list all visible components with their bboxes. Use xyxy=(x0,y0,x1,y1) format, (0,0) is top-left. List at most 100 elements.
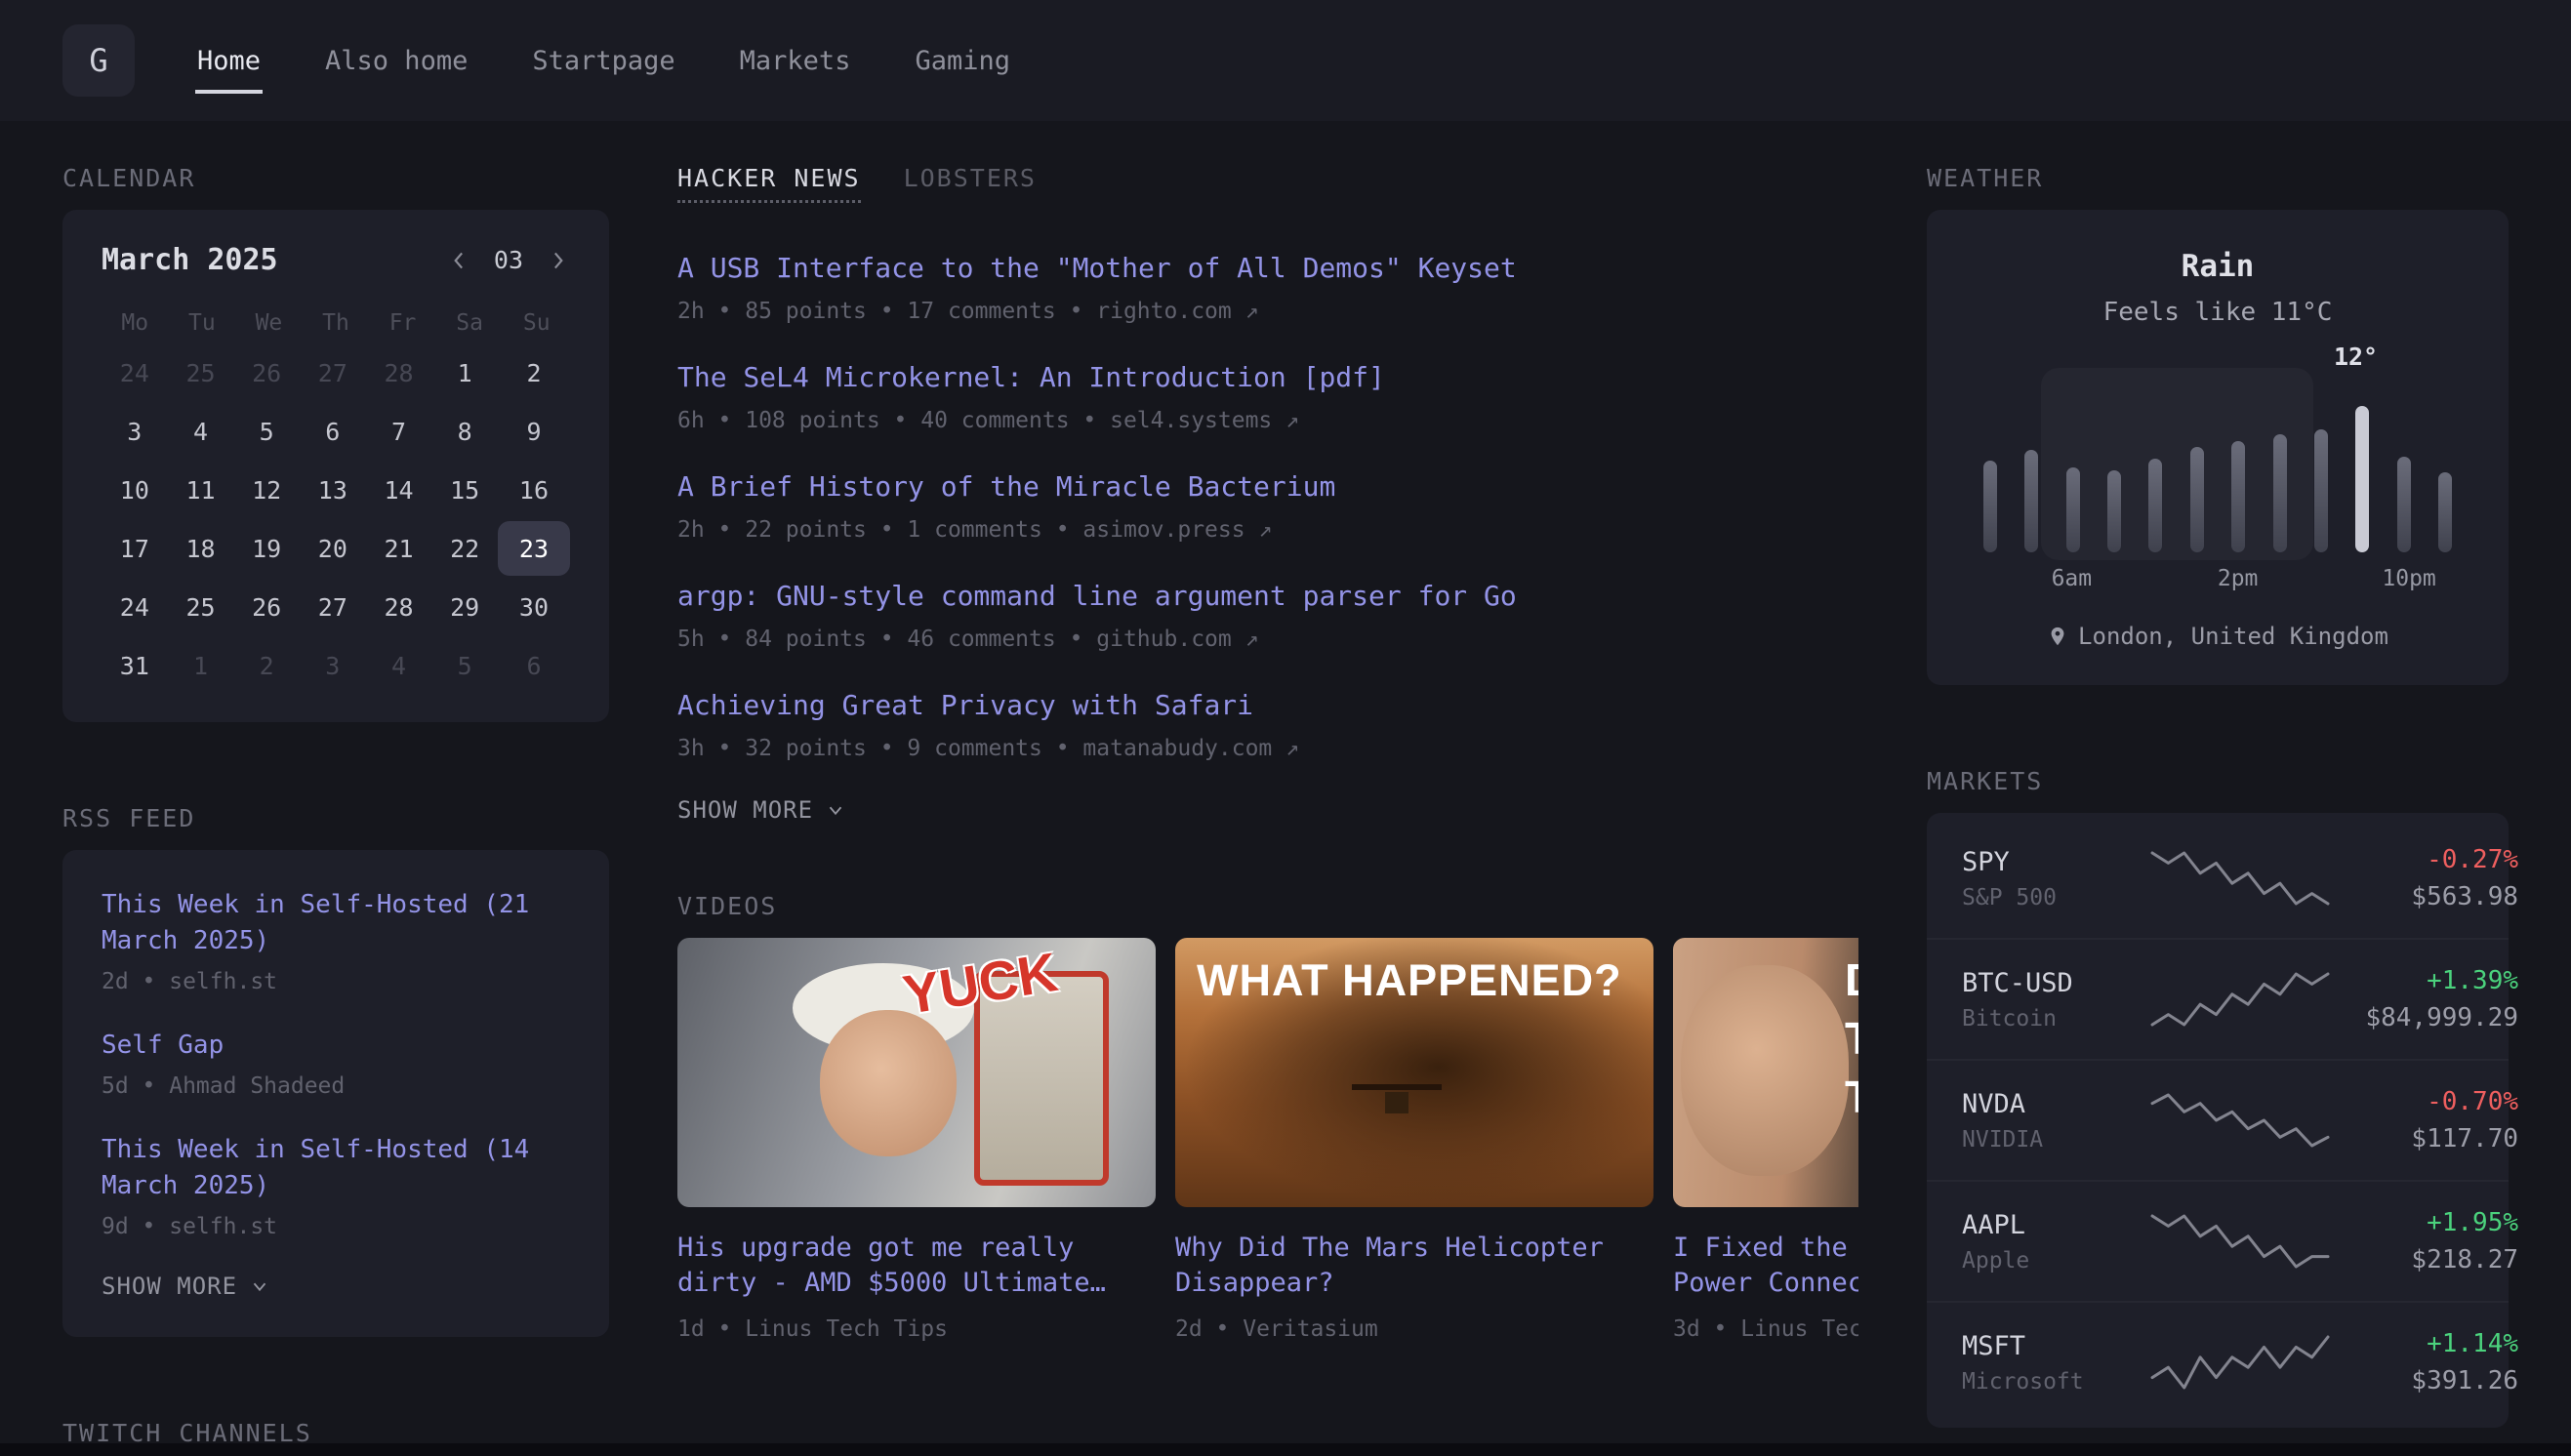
calendar-day[interactable]: 18 xyxy=(168,521,234,576)
calendar-day[interactable]: 25 xyxy=(168,345,234,400)
calendar-day[interactable]: 3 xyxy=(300,638,366,693)
video-title[interactable]: Why Did The Mars Helicopter Disappear? xyxy=(1175,1231,1653,1301)
rss-item-meta: 9d • selfh.st xyxy=(102,1214,570,1239)
weather-bar xyxy=(2273,434,2287,552)
news-item-title[interactable]: A USB Interface to the "Mother of All De… xyxy=(677,250,1858,287)
nav-tab-also-home[interactable]: Also home xyxy=(323,28,469,94)
video-card[interactable]: WHAT HAPPENED? Why Did The Mars Helicopt… xyxy=(1175,938,1653,1342)
calendar-day[interactable]: 28 xyxy=(366,580,432,634)
rss-item-title[interactable]: This Week in Self-Hosted (21 March 2025) xyxy=(102,887,570,959)
weather-location: London, United Kingdom xyxy=(1966,623,2469,650)
weather-location-label: London, United Kingdom xyxy=(2078,623,2388,650)
calendar-day[interactable]: 26 xyxy=(233,580,300,634)
market-row[interactable]: SPY S&P 500 -0.27% $563.98 xyxy=(1927,819,2509,938)
news-item-title[interactable]: A Brief History of the Miracle Bacterium xyxy=(677,468,1858,506)
chevron-down-icon xyxy=(249,1275,270,1297)
hour-label: 10pm xyxy=(2382,566,2435,591)
market-row[interactable]: AAPL Apple +1.95% $218.27 xyxy=(1927,1180,2509,1301)
weather-bar xyxy=(2066,467,2080,553)
market-price: $563.98 xyxy=(2333,882,2518,911)
calendar-day[interactable]: 13 xyxy=(300,463,366,517)
calendar-day[interactable]: 15 xyxy=(431,463,498,517)
calendar-day[interactable]: 24 xyxy=(102,580,168,634)
tab-lobsters[interactable]: LOBSTERS xyxy=(904,164,1037,200)
video-title[interactable]: His upgrade got me really dirty - AMD $5… xyxy=(677,1231,1156,1301)
weather-bars xyxy=(1979,382,2456,552)
calendar-day[interactable]: 14 xyxy=(366,463,432,517)
calendar-day[interactable]: 1 xyxy=(431,345,498,400)
chevron-right-icon xyxy=(545,248,570,273)
nav-tab-home[interactable]: Home xyxy=(195,28,263,94)
calendar-grid: 2425262728123456789101112131415161718192… xyxy=(102,345,570,693)
news-item-title[interactable]: Achieving Great Privacy with Safari xyxy=(677,687,1858,724)
calendar-day[interactable]: 25 xyxy=(168,580,234,634)
video-thumbnail[interactable]: YUCK xyxy=(677,938,1156,1207)
calendar-day[interactable]: 7 xyxy=(366,404,432,459)
calendar-day[interactable]: 5 xyxy=(431,638,498,693)
calendar-day[interactable]: 10 xyxy=(102,463,168,517)
news-show-more-button[interactable]: SHOW MORE xyxy=(677,796,846,824)
rss-item-title[interactable]: Self Gap xyxy=(102,1028,570,1064)
market-row[interactable]: BTC-USD Bitcoin +1.39% $84,999.29 xyxy=(1927,938,2509,1059)
video-thumbnail[interactable]: WHAT HAPPENED? xyxy=(1175,938,1653,1207)
calendar-day[interactable]: 27 xyxy=(300,580,366,634)
calendar-day[interactable]: 9 xyxy=(498,404,570,459)
calendar-day[interactable]: 3 xyxy=(102,404,168,459)
calendar-day[interactable]: 2 xyxy=(233,638,300,693)
weather-bar xyxy=(2314,429,2328,552)
calendar-day[interactable]: 27 xyxy=(300,345,366,400)
calendar-day[interactable]: 6 xyxy=(498,638,570,693)
videos-section-title: VIDEOS xyxy=(677,892,1858,920)
calendar-day[interactable]: 21 xyxy=(366,521,432,576)
nav-tab-markets[interactable]: Markets xyxy=(738,28,853,94)
calendar-day[interactable]: 11 xyxy=(168,463,234,517)
rss-show-more-button[interactable]: SHOW MORE xyxy=(102,1273,270,1300)
calendar-day[interactable]: 16 xyxy=(498,463,570,517)
calendar-prev-button[interactable] xyxy=(447,248,472,273)
weather-section-title: WEATHER xyxy=(1927,164,2509,192)
rss-item-title[interactable]: This Week in Self-Hosted (14 March 2025) xyxy=(102,1132,570,1204)
video-card[interactable]: DO T T I Fixed the 5 Power Connect 3d • … xyxy=(1673,938,1858,1342)
thumbnail-overlay-text: DO xyxy=(1845,953,1858,1006)
calendar-day[interactable]: 6 xyxy=(300,404,366,459)
app-logo[interactable]: G xyxy=(62,24,135,97)
calendar-day[interactable]: 8 xyxy=(431,404,498,459)
news-item-title[interactable]: The SeL4 Microkernel: An Introduction [p… xyxy=(677,359,1858,396)
market-row[interactable]: MSFT Microsoft +1.14% $391.26 xyxy=(1927,1301,2509,1422)
calendar-day[interactable]: 20 xyxy=(300,521,366,576)
market-change: -0.70% xyxy=(2333,1087,2518,1116)
calendar-day[interactable]: 30 xyxy=(498,580,570,634)
weather-bar xyxy=(2148,459,2162,552)
calendar-next-button[interactable] xyxy=(545,248,570,273)
video-title[interactable]: I Fixed the 5 Power Connect xyxy=(1673,1231,1858,1301)
calendar-day[interactable]: 24 xyxy=(102,345,168,400)
calendar-day[interactable]: 4 xyxy=(366,638,432,693)
news-item-title[interactable]: argp: GNU-style command line argument pa… xyxy=(677,578,1858,615)
calendar-day[interactable]: 1 xyxy=(168,638,234,693)
market-ticker: BTC-USD xyxy=(1962,968,2147,998)
video-thumbnail[interactable]: DO T T xyxy=(1673,938,1858,1207)
news-item-meta: 2h • 22 points • 1 comments • asimov.pre… xyxy=(677,517,1858,543)
calendar-day[interactable]: 22 xyxy=(431,521,498,576)
news-item-meta: 3h • 32 points • 9 comments • matanabudy… xyxy=(677,736,1858,761)
calendar-day[interactable]: 19 xyxy=(233,521,300,576)
calendar-day[interactable]: 26 xyxy=(233,345,300,400)
video-title-line: His upgrade got me really xyxy=(677,1231,1156,1266)
market-row[interactable]: NVDA NVIDIA -0.70% $117.70 xyxy=(1927,1059,2509,1180)
calendar-day-selected[interactable]: 23 xyxy=(498,521,570,576)
calendar-day[interactable]: 29 xyxy=(431,580,498,634)
video-title-line: Why Did The Mars Helicopter xyxy=(1175,1231,1653,1266)
tab-hacker-news[interactable]: HACKER NEWS xyxy=(677,164,861,203)
calendar-day[interactable]: 12 xyxy=(233,463,300,517)
calendar-day[interactable]: 28 xyxy=(366,345,432,400)
calendar-day[interactable]: 4 xyxy=(168,404,234,459)
calendar-day[interactable]: 17 xyxy=(102,521,168,576)
calendar-day[interactable]: 2 xyxy=(498,345,570,400)
calendar-day[interactable]: 5 xyxy=(233,404,300,459)
nav-tab-gaming[interactable]: Gaming xyxy=(913,28,1012,94)
video-card[interactable]: YUCK His upgrade got me really dirty - A… xyxy=(677,938,1156,1342)
calendar-day[interactable]: 31 xyxy=(102,638,168,693)
market-ticker: SPY xyxy=(1962,847,2147,877)
market-change: +1.39% xyxy=(2333,966,2518,995)
nav-tab-startpage[interactable]: Startpage xyxy=(530,28,676,94)
